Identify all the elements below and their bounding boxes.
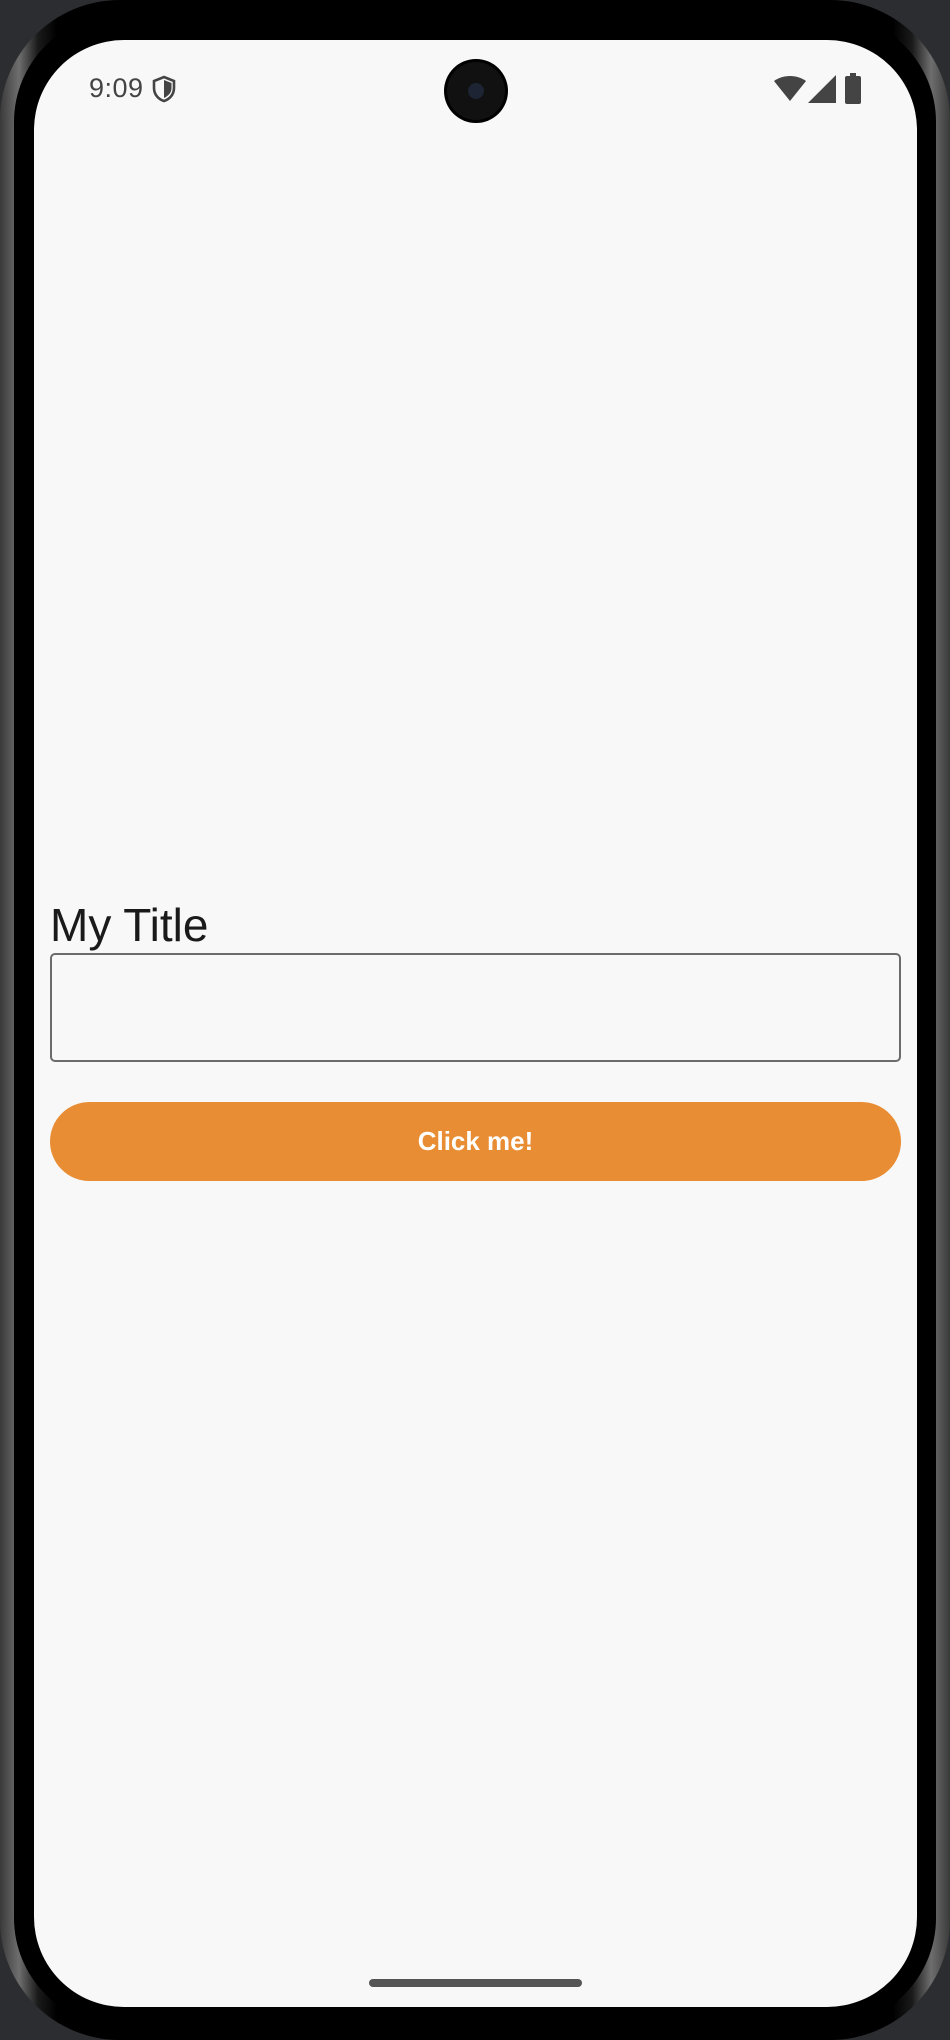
signal-icon	[808, 75, 836, 103]
phone-frame: 9:09 My Title Click me!	[0, 0, 950, 2040]
text-input[interactable]	[50, 953, 901, 1062]
click-me-button[interactable]: Click me!	[50, 1102, 901, 1181]
wifi-icon	[774, 76, 806, 101]
battery-icon	[845, 73, 861, 104]
status-time: 9:09	[89, 73, 144, 103]
home-indicator[interactable]	[369, 1979, 582, 1987]
app-screen: 9:09 My Title Click me!	[34, 40, 917, 2007]
shield-icon	[152, 75, 176, 103]
front-camera	[447, 62, 505, 120]
status-bar: 9:09	[34, 40, 917, 140]
page-title: My Title	[50, 899, 209, 951]
